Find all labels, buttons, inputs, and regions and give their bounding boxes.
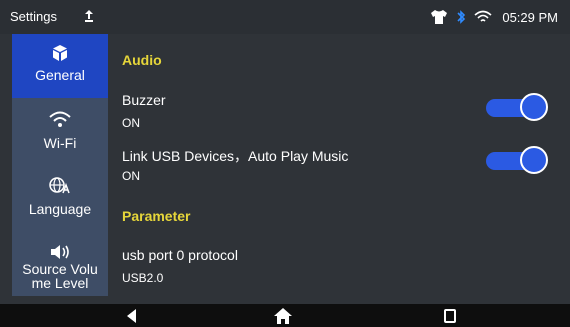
- wifi-icon: [49, 111, 71, 127]
- upload-icon: [85, 10, 93, 22]
- home-button[interactable]: [273, 307, 293, 325]
- settings-screen: Settings 05:29 PM General Wi-Fi Language…: [0, 0, 570, 327]
- sidebar-item-label: Language: [28, 201, 92, 217]
- shirt-icon: [431, 10, 448, 24]
- back-button[interactable]: [122, 307, 142, 325]
- buzzer-toggle[interactable]: [486, 93, 548, 123]
- sidebar-item-language[interactable]: Language: [12, 170, 108, 228]
- sidebar-item-wifi[interactable]: Wi-Fi: [12, 104, 108, 160]
- settings-content: Audio Buzzer ON Link USB Devices，Auto Pl…: [108, 34, 570, 296]
- sidebar-item-label: Source Volu me Level: [22, 261, 98, 291]
- speaker-icon: [51, 245, 69, 259]
- sidebar-item-source-volume[interactable]: Source Volu me Level: [12, 240, 108, 296]
- navigation-bar: [0, 304, 570, 327]
- toggle-knob: [520, 93, 548, 121]
- setting-title-usb-protocol: usb port 0 protocol: [122, 247, 238, 263]
- setting-value-usb-protocol: USB2.0: [122, 271, 164, 285]
- sidebar-item-label: General: [35, 67, 85, 83]
- wifi-icon: [474, 10, 492, 22]
- status-bar: Settings 05:29 PM: [0, 0, 570, 34]
- status-right: 05:29 PM: [430, 9, 558, 25]
- globe-language-icon: [49, 177, 70, 194]
- sidebar: General Wi-Fi Language Source Volu me Le…: [12, 34, 108, 296]
- setting-value-usb-autoplay: ON: [122, 169, 140, 183]
- bluetooth-icon: [457, 10, 466, 24]
- usb-autoplay-toggle[interactable]: [486, 146, 548, 176]
- section-title-audio: Audio: [122, 52, 162, 68]
- sidebar-item-general[interactable]: General: [12, 34, 108, 98]
- setting-value-buzzer: ON: [122, 116, 140, 130]
- cube-icon: [53, 45, 67, 61]
- setting-title-usb-autoplay: Link USB Devices，Auto Play Music: [122, 148, 349, 164]
- status-title: Settings: [10, 9, 57, 24]
- status-time: 05:29 PM: [502, 9, 558, 25]
- toggle-knob: [520, 146, 548, 174]
- section-title-parameter: Parameter: [122, 208, 191, 224]
- sidebar-item-label: Wi-Fi: [43, 135, 77, 151]
- recents-button[interactable]: [440, 307, 460, 325]
- setting-title-buzzer: Buzzer: [122, 92, 166, 108]
